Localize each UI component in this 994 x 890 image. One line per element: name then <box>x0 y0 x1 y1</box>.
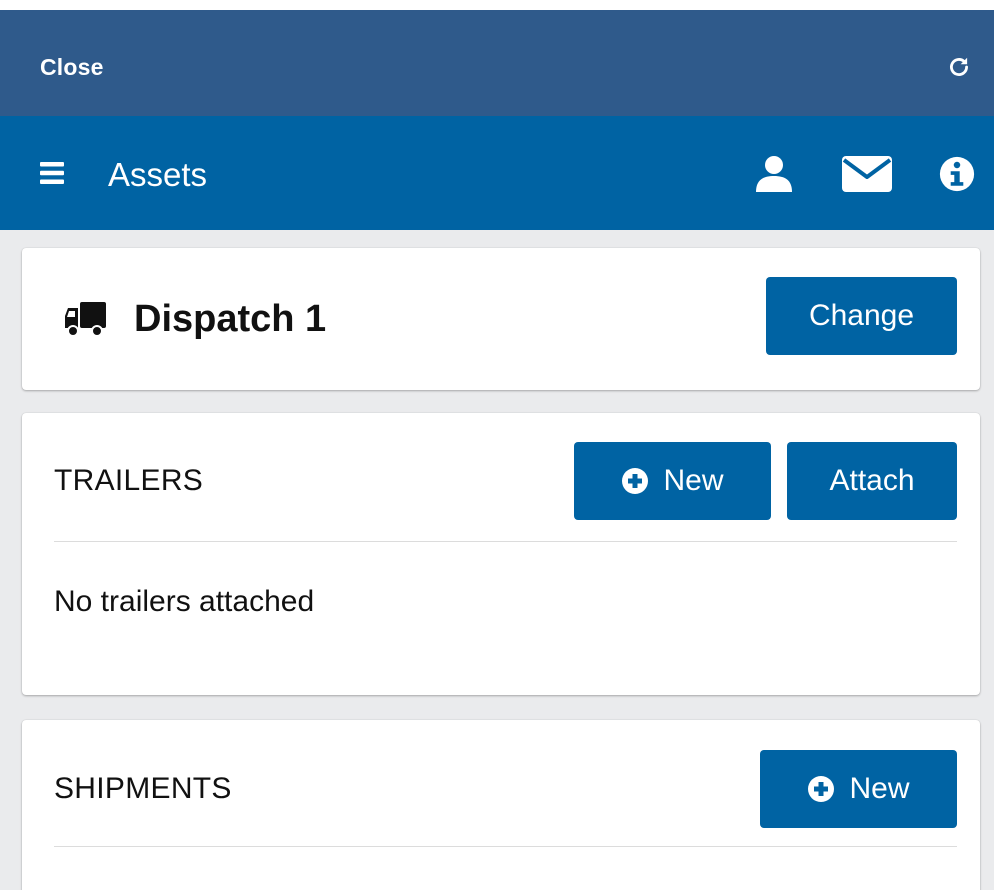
divider <box>54 541 957 542</box>
shipments-card: SHIPMENTS New <box>22 720 980 890</box>
mail-icon[interactable] <box>842 156 892 192</box>
truck-icon <box>65 302 106 337</box>
new-shipment-button[interactable]: New <box>760 750 957 828</box>
dispatch-card: Dispatch 1 Change <box>22 248 980 390</box>
info-icon[interactable] <box>937 156 977 192</box>
hamburger-menu-icon[interactable] <box>40 161 64 185</box>
change-button[interactable]: Change <box>766 277 957 355</box>
attach-label: Attach <box>829 464 915 497</box>
shipments-heading: SHIPMENTS <box>54 772 232 805</box>
trailers-heading: TRAILERS <box>54 464 204 497</box>
plus-circle-icon <box>808 776 835 802</box>
close-button[interactable]: Close <box>40 54 104 81</box>
attach-trailer-button[interactable]: Attach <box>787 442 957 520</box>
page-title: Assets <box>108 156 208 193</box>
no-trailers-message: No trailers attached <box>54 585 315 618</box>
trailers-card: TRAILERS New Attach No trailers attached <box>22 413 980 695</box>
top-header: Close <box>0 10 994 116</box>
dispatch-name: Dispatch 1 <box>134 298 327 340</box>
divider <box>54 846 957 847</box>
plus-circle-icon <box>622 468 649 494</box>
content-area: Dispatch 1 Change TRAILERS New Attach No… <box>0 230 994 890</box>
nav-bar: Assets <box>0 116 994 230</box>
refresh-icon[interactable] <box>946 54 972 80</box>
change-button-label: Change <box>808 299 915 332</box>
app-frame: Close Assets Dispatch 1 Change TRAILERS … <box>0 0 994 890</box>
new-trailer-label: New <box>663 464 724 497</box>
new-trailer-button[interactable]: New <box>574 442 771 520</box>
user-icon[interactable] <box>753 156 795 192</box>
new-shipment-label: New <box>849 772 910 805</box>
